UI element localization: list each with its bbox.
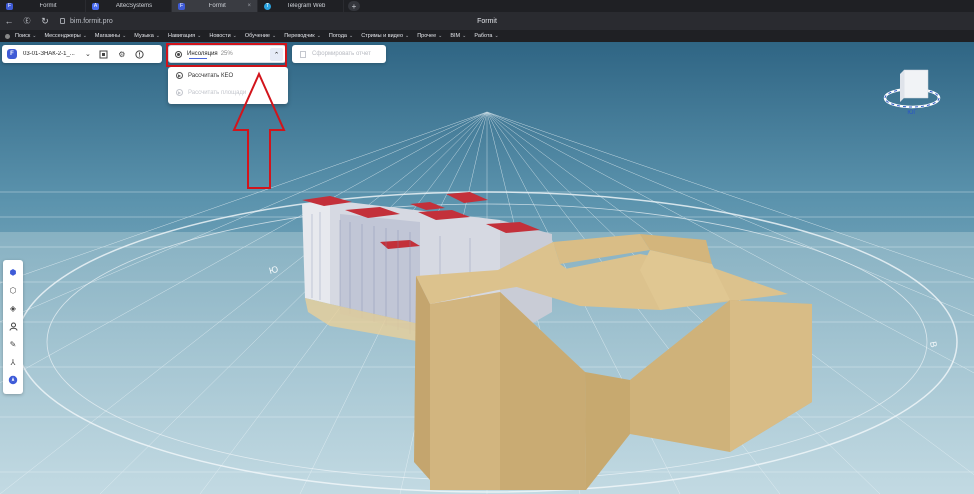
url-field[interactable]: bim.formit.pro [60, 18, 113, 25]
page-title: Formit [477, 17, 497, 25]
chevron-down-icon: ⌄ [316, 33, 321, 39]
chevron-down-icon: ⌄ [405, 33, 410, 39]
bookmark-work[interactable]: Работа ⌄ [474, 33, 498, 39]
tab-title: Formit [208, 3, 226, 9]
cube-icon[interactable]: ◈ [6, 301, 20, 315]
bookmark-education[interactable]: Обучение ⌄ [245, 33, 276, 39]
annotation-arrow-icon [232, 71, 286, 189]
formit-favicon-icon: F [178, 2, 185, 10]
chevron-down-icon: ⌄ [462, 33, 467, 39]
tab-title: Telegram Web [286, 3, 326, 9]
chevron-down-icon: ⌄ [438, 33, 443, 39]
bookmark-search[interactable]: Поиск ⌄ [15, 33, 36, 39]
ruler-icon[interactable]: ✎ [6, 337, 20, 351]
project-toolbar: F 03-01-ЗНАК-2-1_... ⌄ ⚙ [2, 45, 162, 63]
tab-title: Formit [39, 3, 57, 9]
formit-logo-icon: F [7, 49, 17, 59]
browser-tab-4[interactable]: T Telegram Web [258, 0, 344, 12]
chevron-down-icon: ⌄ [197, 33, 202, 39]
chevron-down-icon: ⌄ [494, 33, 499, 39]
chevron-down-icon: ⌄ [232, 33, 237, 39]
generate-report-button[interactable]: Сформировать отчет [292, 45, 386, 63]
bookmark-shops[interactable]: Магазины ⌄ [95, 33, 126, 39]
project-name[interactable]: 03-01-ЗНАК-2-1_... [23, 51, 79, 57]
chevron-down-icon: ⌄ [155, 33, 160, 39]
chevron-down-icon: ⌄ [122, 33, 127, 39]
report-label: Сформировать отчет [312, 51, 371, 57]
model-view-icon[interactable]: ⬢ [6, 265, 20, 279]
bookmark-dot-icon [5, 33, 10, 39]
chevron-down-icon[interactable]: ⌄ [85, 50, 91, 58]
axes-icon[interactable]: ⅄ [6, 355, 20, 369]
bookmarks-bar: Поиск ⌄ Мессенджеры ⌄ Магазины ⌄ Музыка ⌄ На… [0, 30, 974, 42]
chevron-down-icon: ⌄ [349, 33, 354, 39]
bookmark-bim[interactable]: BIM ⌄ [450, 33, 466, 39]
3d-viewport[interactable]: Ю В F 03-01-ЗНАК-2-1_... ⌄ ⚙ Инсоляция 2… [0, 42, 974, 494]
new-tab-button[interactable]: + [348, 1, 360, 11]
altec-favicon-icon: A [92, 2, 99, 10]
layers-icon[interactable] [99, 49, 109, 59]
telegram-favicon-icon: T [264, 2, 271, 10]
browser-tab-3-active[interactable]: F Formit × [172, 0, 258, 12]
browser-tab-1[interactable]: F Formit [0, 0, 86, 12]
browser-tab-2[interactable]: A AltecSystems [86, 0, 172, 12]
help-icon[interactable] [135, 49, 145, 59]
yandex-home-icon[interactable]: Ⓔ [18, 12, 36, 30]
bookmark-translator[interactable]: Переводчик ⌄ [284, 33, 321, 39]
bookmark-streams[interactable]: Стримы и видео ⌄ [361, 33, 409, 39]
box-icon[interactable]: ⬡ [6, 283, 20, 297]
formit-favicon-icon: F [6, 2, 13, 10]
play-icon: ▶ [176, 89, 183, 96]
browser-tab-bar: F Formit A AltecSystems F Formit × T Tel… [0, 0, 974, 12]
gear-icon[interactable]: ⚙ [117, 49, 127, 59]
tab-title: AltecSystems [115, 3, 153, 9]
menu-item-label: Рассчитать КЕО [188, 72, 234, 79]
address-bar: ← Ⓔ ↻ bim.formit.pro Formit [0, 12, 974, 30]
reload-icon[interactable]: ↻ [36, 12, 54, 30]
annotation-highlight-box [166, 43, 287, 67]
view-cube-label: ЮГ [907, 110, 917, 116]
chevron-down-icon: ⌄ [82, 33, 87, 39]
lock-icon [60, 18, 65, 24]
chevron-down-icon: ⌄ [272, 33, 277, 39]
user-icon[interactable] [6, 319, 20, 333]
scene-canvas[interactable]: Ю В [0, 42, 974, 494]
bookmark-navigation[interactable]: Навигация ⌄ [168, 33, 201, 39]
compass-icon[interactable] [6, 373, 20, 387]
left-toolbar: ⬢ ⬡ ◈ ✎ ⅄ [3, 260, 23, 394]
bookmark-news[interactable]: Новости ⌄ [209, 33, 237, 39]
bookmark-other[interactable]: Прочее ⌄ [417, 33, 442, 39]
bookmark-music[interactable]: Музыка ⌄ [134, 33, 160, 39]
bookmark-weather[interactable]: Погода ⌄ [329, 33, 353, 39]
view-cube[interactable]: ЮГ [882, 68, 942, 118]
bookmark-messengers[interactable]: Мессенджеры ⌄ [44, 33, 86, 39]
close-tab-icon[interactable]: × [247, 3, 251, 9]
play-icon: ▶ [176, 72, 183, 79]
document-icon [300, 50, 306, 58]
url-text: bim.formit.pro [70, 17, 113, 25]
chevron-down-icon: ⌄ [32, 33, 37, 39]
back-arrow-icon[interactable]: ← [0, 12, 18, 30]
